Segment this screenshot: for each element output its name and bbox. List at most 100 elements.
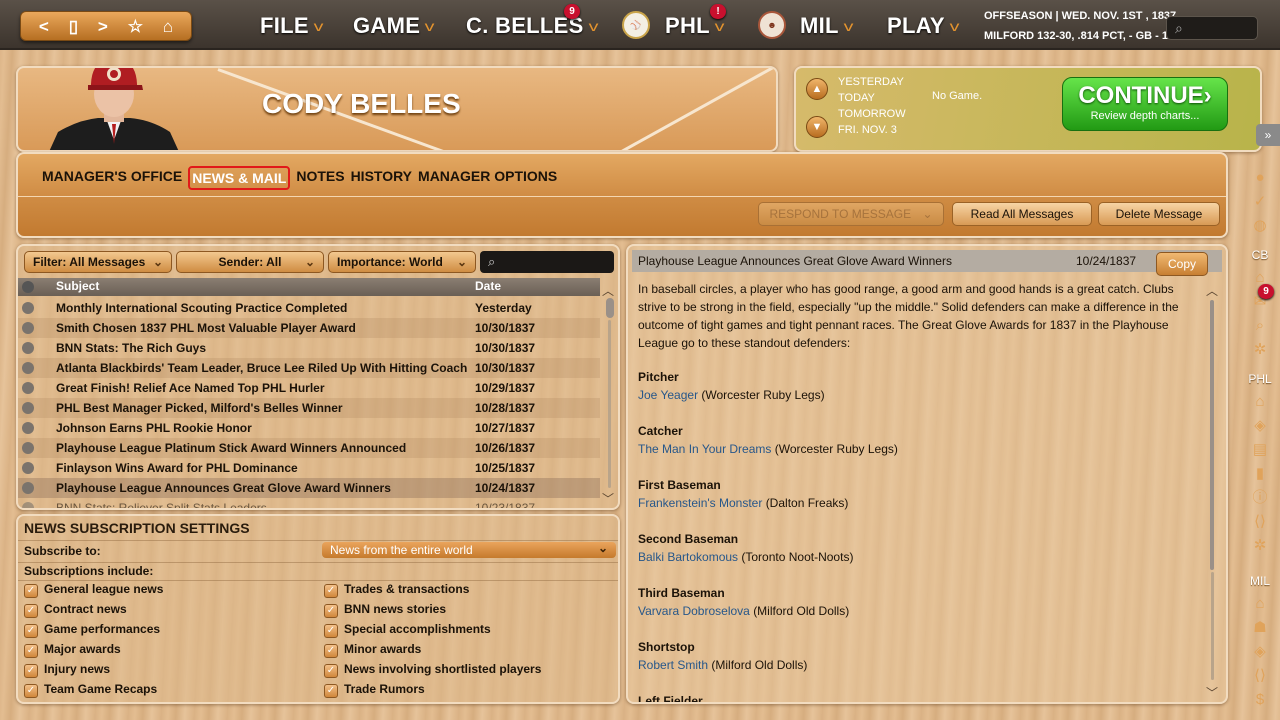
row-date: 10/25/1837 (475, 461, 536, 475)
bar-chart-icon[interactable]: ▮ (1250, 464, 1270, 484)
message-scroll-up-icon[interactable]: ︿ (1206, 282, 1218, 299)
message-scrollbar-thumb[interactable] (1210, 300, 1214, 570)
tab-manager-options[interactable]: MANAGER OPTIONS (418, 166, 557, 190)
date-tomorrow[interactable]: TOMORROW (838, 106, 906, 122)
star-icon[interactable]: ☆ (128, 18, 143, 35)
player-link[interactable]: Frankenstein's Monster (638, 496, 762, 510)
global-search-input[interactable]: ⌕ (1166, 16, 1258, 40)
message-scrollbar-track[interactable] (1211, 572, 1214, 680)
news-icon[interactable]: ▤ (1250, 440, 1270, 460)
checkbox-injury-news[interactable]: ✓ (24, 664, 38, 678)
player-link[interactable]: Robert Smith (638, 658, 708, 672)
checkbox-general-league-news[interactable]: ✓ (24, 584, 38, 598)
rail-section-cb: CB (1251, 248, 1269, 262)
table-row[interactable]: Great Finish! Relief Ace Named Top PHL H… (18, 378, 600, 398)
date-today[interactable]: TODAY (838, 90, 906, 106)
code-icon[interactable]: ⟨⟩ (1250, 666, 1270, 686)
checkbox-trades-transactions[interactable]: ✓ (324, 584, 338, 598)
table-row[interactable]: Johnson Earns PHL Rookie Honor 10/27/1837 (18, 418, 600, 438)
users-icon[interactable]: ☗ (1250, 618, 1270, 638)
copy-button[interactable]: Copy (1156, 252, 1208, 276)
search-icon[interactable]: ⌕ (1250, 316, 1270, 336)
manager-notification-badge: 9 (564, 4, 580, 19)
table-row[interactable]: BNN Stats: The Rich Guys 10/30/1837 (18, 338, 600, 358)
checkbox-bnn-news-stories[interactable]: ✓ (324, 604, 338, 618)
player-team: (Worcester Ruby Legs) (774, 442, 898, 456)
globe-icon[interactable]: ◍ (1250, 216, 1270, 236)
dollar-icon[interactable]: $ (1250, 690, 1270, 710)
checkbox-team-game-recaps[interactable]: ✓ (24, 684, 38, 698)
tab-news-mail[interactable]: NEWS & MAIL (188, 166, 291, 190)
checkbox-label: Injury news (44, 662, 111, 676)
tag-icon[interactable]: ◈ (1250, 642, 1270, 662)
menu-play[interactable]: PLAY v (887, 12, 959, 40)
checkbox-special-accomplishments[interactable]: ✓ (324, 624, 338, 638)
read-all-messages-button[interactable]: Read All Messages (952, 202, 1092, 226)
table-row[interactable]: Atlanta Blackbirds' Team Leader, Bruce L… (18, 358, 600, 378)
chevron-down-icon: v (843, 18, 854, 34)
checkbox-major-awards[interactable]: ✓ (24, 644, 38, 658)
player-link[interactable]: The Man In Your Dreams (638, 442, 771, 456)
importance-filter-dropdown[interactable]: Importance: World ⌄ (328, 251, 476, 273)
home-icon[interactable]: ⌂ (163, 18, 173, 35)
tab-history[interactable]: HISTORY (351, 166, 412, 190)
gear-icon[interactable]: ✲ (1250, 536, 1270, 556)
list-scroll-up-icon[interactable]: ︿ (602, 282, 614, 299)
list-scroll-down-icon[interactable]: ﹀ (602, 490, 614, 507)
position-winner: Joe Yeager (Worcester Ruby Legs) (638, 388, 825, 402)
tab-managers-office[interactable]: MANAGER'S OFFICE (42, 166, 182, 190)
continue-button[interactable]: CONTINUE› Review depth charts... (1062, 77, 1228, 131)
checkbox-label: Team Game Recaps (44, 682, 158, 696)
checkbox-contract-news[interactable]: ✓ (24, 604, 38, 618)
home-icon[interactable]: ⌂ (1250, 594, 1270, 614)
date-down-button[interactable]: ▼ (806, 116, 828, 138)
button-label: RESPOND TO MESSAGE (769, 207, 912, 221)
message-scroll-down-icon[interactable]: ﹀ (1206, 684, 1218, 701)
col-subject[interactable]: Subject (56, 279, 99, 293)
code-icon[interactable]: ⟨⟩ (1250, 512, 1270, 532)
table-row[interactable]: Playhouse League Platinum Stick Award Wi… (18, 438, 600, 458)
message-search-input[interactable]: ⌕ (480, 251, 614, 273)
forward-icon[interactable]: > (98, 18, 108, 35)
menu-team[interactable]: MIL v (800, 12, 854, 40)
list-scrollbar-track[interactable] (608, 320, 611, 488)
checkbox-game-performances[interactable]: ✓ (24, 624, 38, 638)
date-yesterday[interactable]: YESTERDAY (838, 74, 906, 90)
checkmark-icon[interactable]: ✓ (1250, 192, 1270, 212)
info-icon[interactable]: ⓘ (1250, 488, 1270, 508)
location-pin-icon[interactable]: ● (1250, 168, 1270, 188)
date-up-button[interactable]: ▲ (806, 78, 828, 100)
tab-notes[interactable]: NOTES (296, 166, 344, 190)
menu-game[interactable]: GAME v (353, 12, 435, 40)
chevron-down-icon: v (588, 18, 599, 34)
player-link[interactable]: Joe Yeager (638, 388, 698, 402)
subscribe-to-dropdown[interactable]: News from the entire world ⌄ (322, 541, 616, 558)
collapse-rail-button[interactable]: » (1256, 124, 1280, 146)
player-link[interactable]: Varvara Dobroselova (638, 604, 750, 618)
menu-file[interactable]: FILE v (260, 12, 323, 40)
message-filter-dropdown[interactable]: Filter: All Messages ⌄ (24, 251, 172, 273)
table-row[interactable]: BNN Stats: Reliever Split Stats Leaders 1… (18, 498, 600, 508)
delete-message-button[interactable]: Delete Message (1098, 202, 1220, 226)
respond-to-message-button[interactable]: RESPOND TO MESSAGE ⌄ (758, 202, 944, 226)
date-list: YESTERDAY TODAY TOMORROW FRI. NOV. 3 (838, 74, 906, 138)
page-icon[interactable]: ▯ (69, 18, 78, 35)
list-scrollbar-thumb[interactable] (606, 298, 614, 318)
table-row[interactable]: PHL Best Manager Picked, Milford's Belle… (18, 398, 600, 418)
back-icon[interactable]: < (39, 18, 49, 35)
home-icon[interactable]: ⌂ (1250, 392, 1270, 412)
table-row[interactable]: Monthly International Scouting Practice … (18, 298, 600, 318)
rail-section-mil: MIL (1249, 574, 1270, 588)
date-next[interactable]: FRI. NOV. 3 (838, 122, 906, 138)
player-link[interactable]: Balki Bartokomous (638, 550, 738, 564)
checkbox-shortlisted-players-news[interactable]: ✓ (324, 664, 338, 678)
tag-icon[interactable]: ◈ (1250, 416, 1270, 436)
checkbox-minor-awards[interactable]: ✓ (324, 644, 338, 658)
table-row-selected[interactable]: Playhouse League Announces Great Glove A… (18, 478, 600, 498)
col-date[interactable]: Date (475, 279, 501, 293)
checkbox-trade-rumors[interactable]: ✓ (324, 684, 338, 698)
table-row[interactable]: Finlayson Wins Award for PHL Dominance 10… (18, 458, 600, 478)
sender-filter-dropdown[interactable]: Sender: All ⌄ (176, 251, 324, 273)
gear-icon[interactable]: ✲ (1250, 340, 1270, 360)
table-row[interactable]: Smith Chosen 1837 PHL Most Valuable Play… (18, 318, 600, 338)
